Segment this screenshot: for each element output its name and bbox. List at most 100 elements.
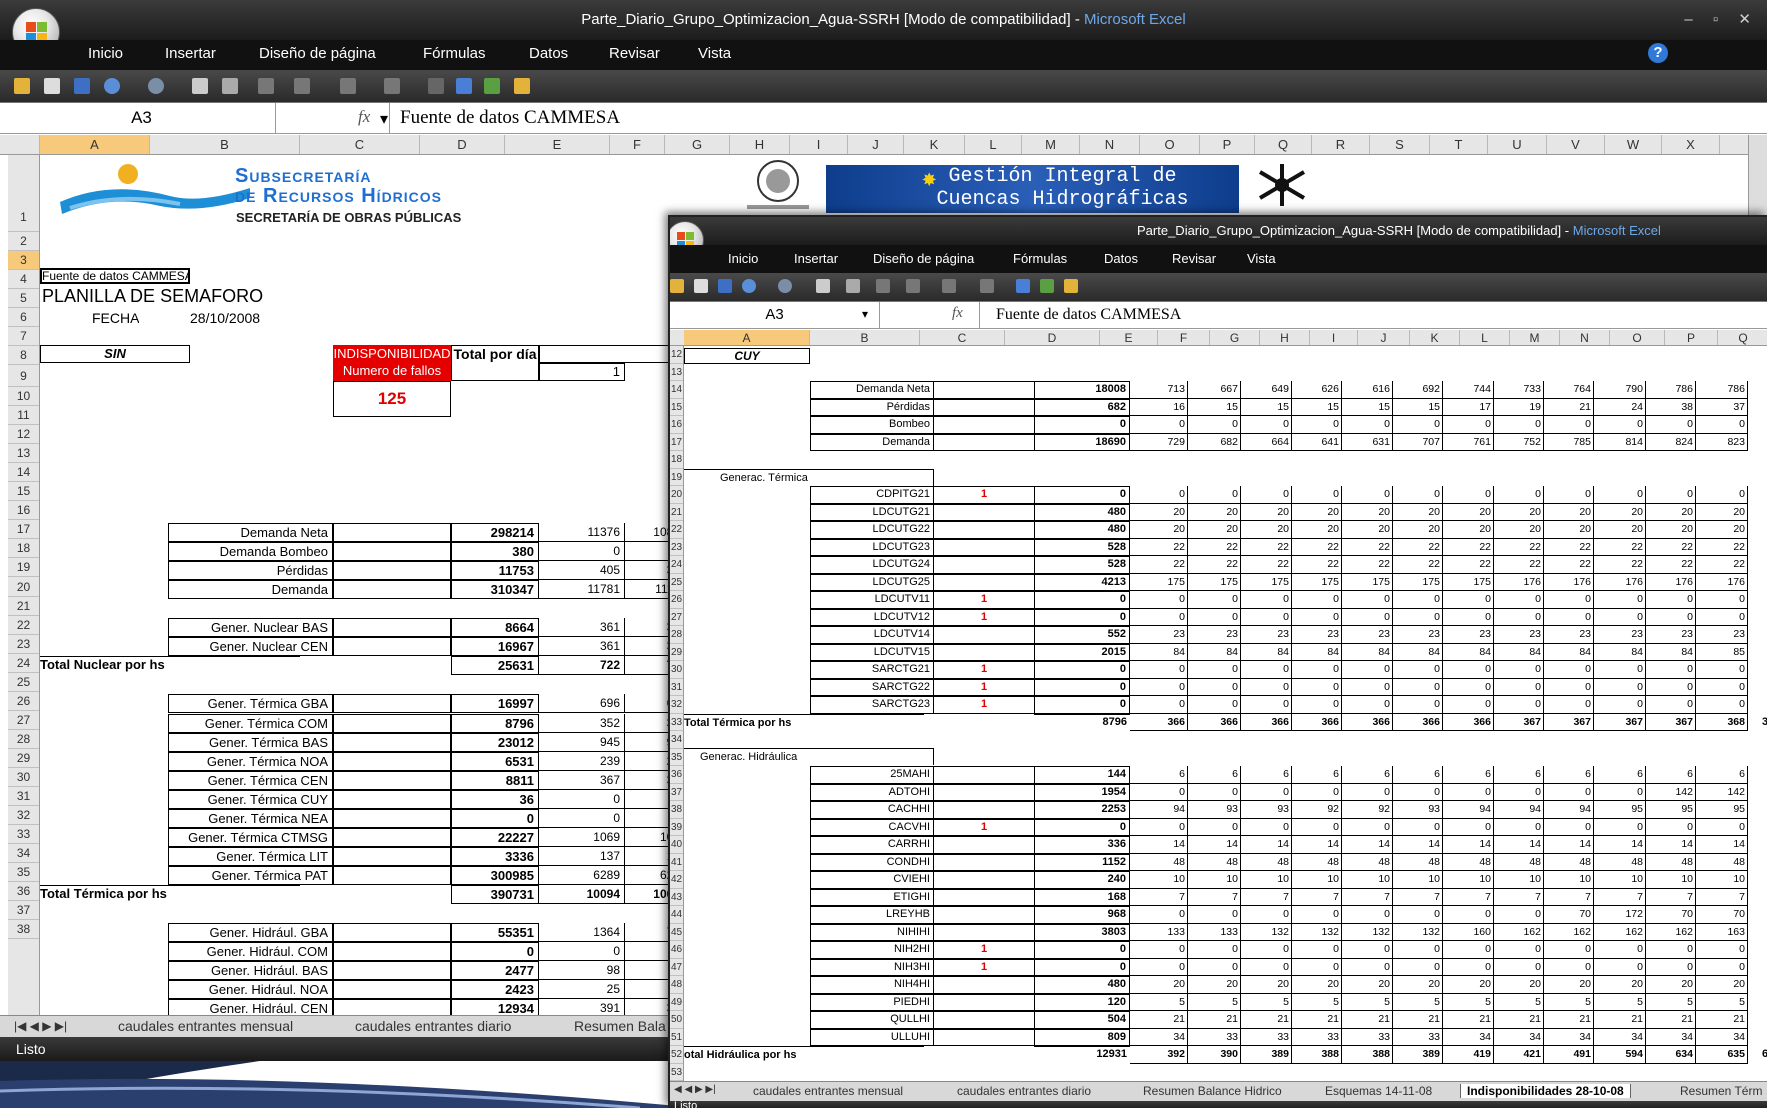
row-header-21[interactable]: 21: [8, 597, 39, 616]
row-header-30[interactable]: 30: [670, 661, 683, 679]
row-header-31[interactable]: 31: [8, 787, 39, 807]
format-painter-icon[interactable]: [514, 78, 530, 94]
open-icon[interactable]: [14, 78, 30, 94]
row-header-17[interactable]: 17: [670, 434, 683, 451]
window-controls[interactable]: – ▫ ✕: [1684, 0, 1759, 40]
row-header-37[interactable]: 37: [670, 784, 683, 801]
open-front-icon[interactable]: [670, 279, 684, 293]
row-header-10[interactable]: 10: [8, 387, 39, 407]
row-header-49[interactable]: 49: [670, 994, 683, 1011]
tab-caudales-mensual[interactable]: caudales entrantes mensual: [118, 1018, 293, 1034]
row-header-36[interactable]: 36: [8, 882, 39, 902]
column-header-c[interactable]: C: [300, 135, 420, 154]
column-header-q[interactable]: Q: [1255, 135, 1312, 154]
name-box-front[interactable]: A3: [670, 302, 880, 328]
menu-diseno-front[interactable]: Diseño de página: [873, 251, 974, 266]
row-header-7[interactable]: 7: [8, 327, 39, 346]
save-icon[interactable]: [74, 78, 90, 94]
row-header-26[interactable]: 26: [670, 591, 683, 609]
border-icon[interactable]: [428, 78, 444, 94]
row-header-15[interactable]: 15: [8, 482, 39, 502]
row-header-18[interactable]: 18: [8, 539, 39, 559]
column-header-g[interactable]: G: [1210, 330, 1260, 345]
new-icon[interactable]: [44, 78, 60, 94]
column-header-k[interactable]: K: [904, 135, 965, 154]
column-header-o[interactable]: O: [1610, 330, 1665, 345]
row-header-35[interactable]: 35: [8, 863, 39, 883]
column-header-c[interactable]: C: [920, 330, 1005, 345]
row-header-30[interactable]: 30: [8, 768, 39, 788]
row-header-21[interactable]: 21: [670, 504, 683, 521]
tab-indisponibilidades[interactable]: Indisponibilidades 28-10-08: [1460, 1084, 1631, 1098]
tab-resumen-term[interactable]: Resumen Térm: [1680, 1084, 1762, 1098]
column-header-m[interactable]: M: [1022, 135, 1080, 154]
menu-datos[interactable]: Datos: [529, 45, 568, 62]
column-header-q[interactable]: Q: [1718, 330, 1767, 345]
column-header-b[interactable]: B: [810, 330, 920, 345]
row-header-38[interactable]: 38: [670, 801, 683, 819]
row-header-12[interactable]: 12: [670, 346, 683, 364]
row-header-15[interactable]: 15: [670, 399, 683, 416]
column-header-e[interactable]: E: [1100, 330, 1158, 345]
column-header-a[interactable]: A: [684, 330, 810, 345]
sort-front-icon[interactable]: [876, 279, 890, 293]
column-header-f[interactable]: F: [1158, 330, 1210, 345]
row-header-27[interactable]: 27: [670, 609, 683, 626]
row-header-28[interactable]: 28: [8, 730, 39, 749]
row-header-24[interactable]: 24: [670, 556, 683, 574]
spelling-icon[interactable]: [484, 78, 500, 94]
tab-resumen-balance[interactable]: Resumen Balance Hidrico: [1143, 1084, 1282, 1098]
new-front-icon[interactable]: [694, 279, 708, 293]
row-header-42[interactable]: 42: [670, 871, 683, 889]
chevron-down-front-icon[interactable]: ▾: [862, 307, 868, 321]
menu-inicio[interactable]: Inicio: [88, 45, 123, 62]
row-header-29[interactable]: 29: [8, 749, 39, 768]
fx-front-icon[interactable]: fx: [952, 305, 963, 322]
menu-formulas[interactable]: Fórmulas: [423, 45, 486, 62]
row-header-36[interactable]: 36: [670, 766, 683, 784]
row-header-16[interactable]: 16: [670, 416, 683, 434]
painter-front-icon[interactable]: [1064, 279, 1078, 293]
row-header-14[interactable]: 14: [8, 463, 39, 483]
row-header-27[interactable]: 27: [8, 711, 39, 730]
symbol-front-icon[interactable]: [1016, 279, 1030, 293]
row-header-37[interactable]: 37: [8, 901, 39, 921]
column-header-e[interactable]: E: [505, 135, 610, 154]
menu-datos-front[interactable]: Datos: [1104, 251, 1138, 266]
column-header-l[interactable]: L: [1460, 330, 1510, 345]
spelling-front-icon[interactable]: [1040, 279, 1054, 293]
row-header-19[interactable]: 19: [670, 469, 683, 486]
row-header-20[interactable]: 20: [670, 486, 683, 504]
menu-insertar-front[interactable]: Insertar: [794, 251, 838, 266]
row-header-46[interactable]: 46: [670, 941, 683, 959]
column-header-g[interactable]: G: [665, 135, 730, 154]
column-header-u[interactable]: U: [1488, 135, 1547, 154]
row-header-14[interactable]: 14: [670, 381, 683, 399]
row-header-18[interactable]: 18: [670, 451, 683, 469]
tab-caudales-mensual-front[interactable]: caudales entrantes mensual: [753, 1084, 903, 1098]
row-header-6[interactable]: 6: [8, 308, 39, 327]
row-header-8[interactable]: 8: [8, 346, 39, 365]
name-box[interactable]: A3: [8, 103, 276, 133]
tab-caudales-diario-front[interactable]: caudales entrantes diario: [957, 1084, 1091, 1098]
menu-diseno[interactable]: Diseño de página: [259, 45, 376, 62]
row-header-19[interactable]: 19: [8, 558, 39, 578]
row-header-52[interactable]: 52: [670, 1046, 683, 1064]
row-header-22[interactable]: 22: [670, 521, 683, 539]
row-header-51[interactable]: 51: [670, 1029, 683, 1046]
sort-icon[interactable]: [258, 78, 274, 94]
column-header-r[interactable]: R: [1312, 135, 1370, 154]
row-header-53[interactable]: 53: [670, 1064, 683, 1081]
row-header-13[interactable]: 13: [8, 444, 39, 464]
delete-front-icon[interactable]: [942, 279, 956, 293]
row-header-3[interactable]: 3: [8, 251, 39, 270]
column-header-a[interactable]: A: [40, 135, 150, 154]
column-header-p[interactable]: P: [1665, 330, 1718, 345]
tab-caudales-diario[interactable]: caudales entrantes diario: [355, 1018, 511, 1034]
row-header-26[interactable]: 26: [8, 692, 39, 711]
undo-icon[interactable]: [104, 78, 120, 94]
row-header-2[interactable]: 2: [8, 232, 39, 251]
cell-a3[interactable]: Fuente de datos CAMMESA: [40, 268, 190, 284]
fx-icon[interactable]: fx: [358, 107, 370, 127]
row-header-32[interactable]: 32: [670, 696, 683, 714]
